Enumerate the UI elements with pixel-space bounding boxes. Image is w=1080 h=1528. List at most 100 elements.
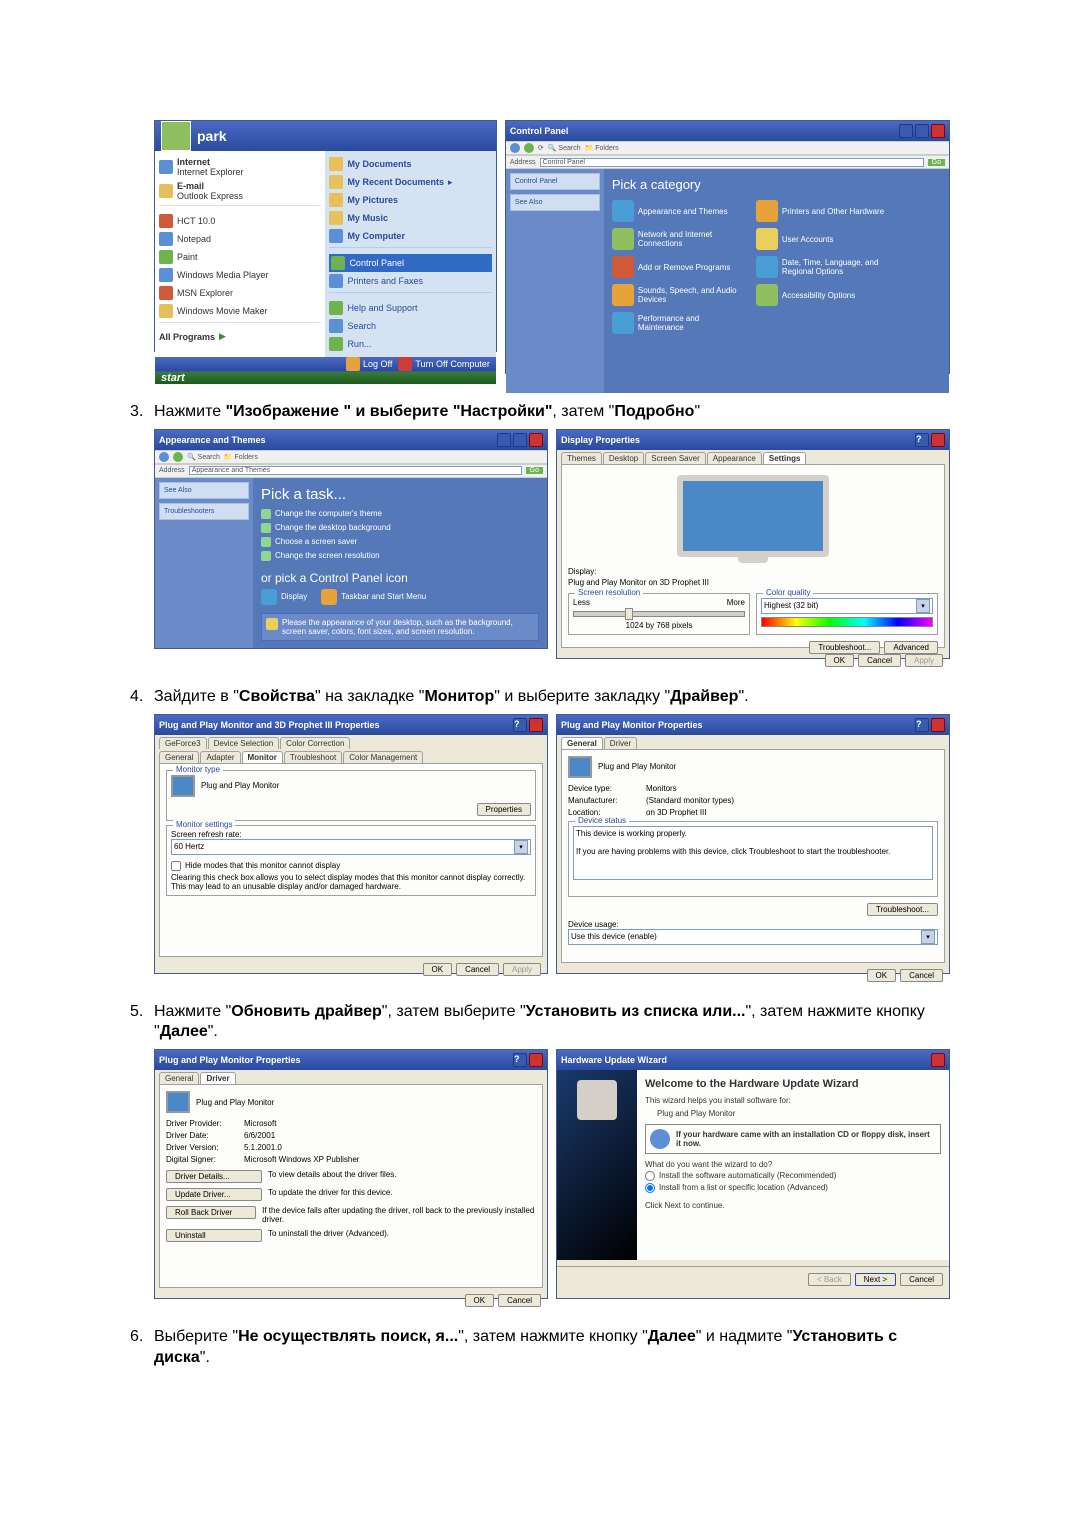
max-icon[interactable]: [915, 124, 929, 138]
dp-advanced-button[interactable]: Advanced: [884, 641, 938, 654]
min-icon[interactable]: [497, 433, 511, 447]
mt-tab-general[interactable]: General: [159, 751, 199, 763]
mt-tab-monitor[interactable]: Monitor: [242, 751, 283, 763]
wiz-opt-list[interactable]: Install from a list or specific location…: [645, 1183, 941, 1193]
sm-music: My Music: [347, 213, 388, 223]
mt-tab-devsel[interactable]: Device Selection: [208, 737, 280, 749]
mt-properties-button[interactable]: Properties: [477, 803, 531, 816]
cp-item[interactable]: Add or Remove Programs: [612, 256, 742, 278]
at-task[interactable]: Change the screen resolution: [261, 551, 539, 561]
mt-tab-troubleshoot[interactable]: Troubleshoot: [284, 751, 342, 763]
mt-tab-colorcorr[interactable]: Color Correction: [280, 737, 350, 749]
dd-prov-l: Driver Provider:: [166, 1119, 238, 1128]
dp-tab-screensaver[interactable]: Screen Saver: [645, 452, 705, 464]
at-icon-display[interactable]: Display: [261, 589, 307, 605]
cp-addr-field[interactable]: Control Panel: [540, 158, 924, 167]
cp-item[interactable]: Performance and Maintenance: [612, 312, 742, 334]
mt-tab-adapter[interactable]: Adapter: [200, 751, 240, 763]
refresh-rate-select[interactable]: 60 Hertz▾: [171, 839, 531, 855]
wiz-opt-auto[interactable]: Install the software automatically (Reco…: [645, 1171, 941, 1181]
wiz-next-button[interactable]: Next >: [855, 1273, 896, 1286]
sm-email-sub: Outlook Express: [177, 191, 243, 201]
cp-item[interactable]: User Accounts: [756, 228, 886, 250]
dp-ok-button[interactable]: OK: [825, 654, 855, 667]
close-icon[interactable]: [931, 1053, 945, 1067]
dg-tab-general[interactable]: General: [561, 737, 603, 749]
dd-cancel-button[interactable]: Cancel: [498, 1294, 541, 1307]
dd-uninstall-button[interactable]: Uninstall: [166, 1229, 262, 1242]
mt-tab-geforce[interactable]: GeForce3: [159, 737, 207, 749]
cp-item[interactable]: Sounds, Speech, and Audio Devices: [612, 284, 742, 306]
dg-name: Plug and Play Monitor: [598, 762, 676, 771]
dp-titlebar: Display Properties: [561, 435, 640, 445]
wizard-icon: [577, 1080, 617, 1120]
mt-hide-desc: Clearing this check box allows you to se…: [171, 873, 531, 891]
wiz-cancel-button[interactable]: Cancel: [900, 1273, 943, 1286]
dg-troubleshoot-button[interactable]: Troubleshoot...: [867, 903, 938, 916]
close-icon[interactable]: [931, 433, 945, 447]
mt-tab-colormgmt[interactable]: Color Management: [343, 751, 423, 763]
close-icon[interactable]: [529, 433, 543, 447]
mt-settings-title: Monitor settings: [173, 820, 235, 829]
sm-comp: My Computer: [347, 231, 405, 241]
wiz-back-button: < Back: [808, 1273, 851, 1286]
max-icon[interactable]: [513, 433, 527, 447]
help-icon[interactable]: ?: [513, 718, 527, 732]
sm-allprograms: All Programs: [159, 332, 215, 342]
dd-tab-driver[interactable]: Driver: [200, 1072, 235, 1084]
dp-tab-themes[interactable]: Themes: [561, 452, 602, 464]
at-task[interactable]: Change the desktop background: [261, 523, 539, 533]
at-pick-task: Pick a task...: [261, 486, 539, 503]
color-quality-select[interactable]: Highest (32 bit)▾: [761, 598, 933, 614]
start-button[interactable]: start: [161, 372, 185, 384]
help-icon[interactable]: ?: [513, 1053, 527, 1067]
dd-details-button[interactable]: Driver Details...: [166, 1170, 262, 1183]
min-icon[interactable]: [899, 124, 913, 138]
dp-tab-settings[interactable]: Settings: [763, 452, 807, 464]
dp-troubleshoot-button[interactable]: Troubleshoot...: [809, 641, 880, 654]
sm-pics: My Pictures: [347, 195, 398, 205]
dp-tab-desktop[interactable]: Desktop: [603, 452, 644, 464]
at-task[interactable]: Change the computer's theme: [261, 509, 539, 519]
sm-printers: Printers and Faxes: [347, 276, 423, 286]
dg-ok-button[interactable]: OK: [867, 969, 897, 982]
close-icon[interactable]: [529, 718, 543, 732]
dp-tab-appearance[interactable]: Appearance: [707, 452, 762, 464]
dp-res-less: Less: [573, 598, 590, 607]
close-icon[interactable]: [931, 718, 945, 732]
dg-tab-driver[interactable]: Driver: [604, 737, 637, 749]
dd-tab-general[interactable]: General: [159, 1072, 199, 1084]
cp-item[interactable]: Network and Internet Connections: [612, 228, 742, 250]
display-properties-window: Display Properties? Themes Desktop Scree…: [556, 429, 950, 659]
go-button[interactable]: Go: [928, 159, 945, 166]
dd-date-v: 6/6/2001: [244, 1131, 275, 1140]
monitor-tab-window: Plug and Play Monitor and 3D Prophet III…: [154, 714, 548, 974]
cp-item[interactable]: Appearance and Themes: [612, 200, 742, 222]
close-icon[interactable]: [931, 124, 945, 138]
dg-cancel-button[interactable]: Cancel: [900, 969, 943, 982]
mt-hide-modes-check[interactable]: Hide modes that this monitor cannot disp…: [171, 861, 531, 871]
sm-control-panel[interactable]: Control Panel: [329, 254, 491, 272]
cp-item[interactable]: Printers and Other Hardware: [756, 200, 886, 222]
dd-update-button[interactable]: Update Driver...: [166, 1188, 262, 1201]
mt-ok-button[interactable]: OK: [423, 963, 453, 976]
dg-usage-select[interactable]: Use this device (enable)▾: [568, 929, 938, 945]
dd-rollback-button[interactable]: Roll Back Driver: [166, 1206, 256, 1219]
btn-logoff[interactable]: Log Off: [346, 357, 392, 371]
dd-ok-button[interactable]: OK: [465, 1294, 495, 1307]
at-icon-taskbar[interactable]: Taskbar and Start Menu: [321, 589, 426, 605]
btn-shutdown[interactable]: Turn Off Computer: [398, 357, 490, 371]
resolution-slider[interactable]: [573, 611, 745, 617]
driver-general-window: Plug and Play Monitor Properties? Genera…: [556, 714, 950, 974]
sm-recent: My Recent Documents: [347, 177, 444, 187]
cp-item[interactable]: Accessibility Options: [756, 284, 886, 306]
help-icon[interactable]: ?: [915, 433, 929, 447]
help-icon[interactable]: ?: [915, 718, 929, 732]
dp-cancel-button[interactable]: Cancel: [858, 654, 901, 667]
mt-cancel-button[interactable]: Cancel: [456, 963, 499, 976]
cp-item[interactable]: Date, Time, Language, and Regional Optio…: [756, 256, 886, 278]
wiz-titlebar: Hardware Update Wizard: [561, 1055, 667, 1065]
close-icon[interactable]: [529, 1053, 543, 1067]
dd-sig-l: Digital Signer:: [166, 1155, 238, 1164]
at-task[interactable]: Choose a screen saver: [261, 537, 539, 547]
